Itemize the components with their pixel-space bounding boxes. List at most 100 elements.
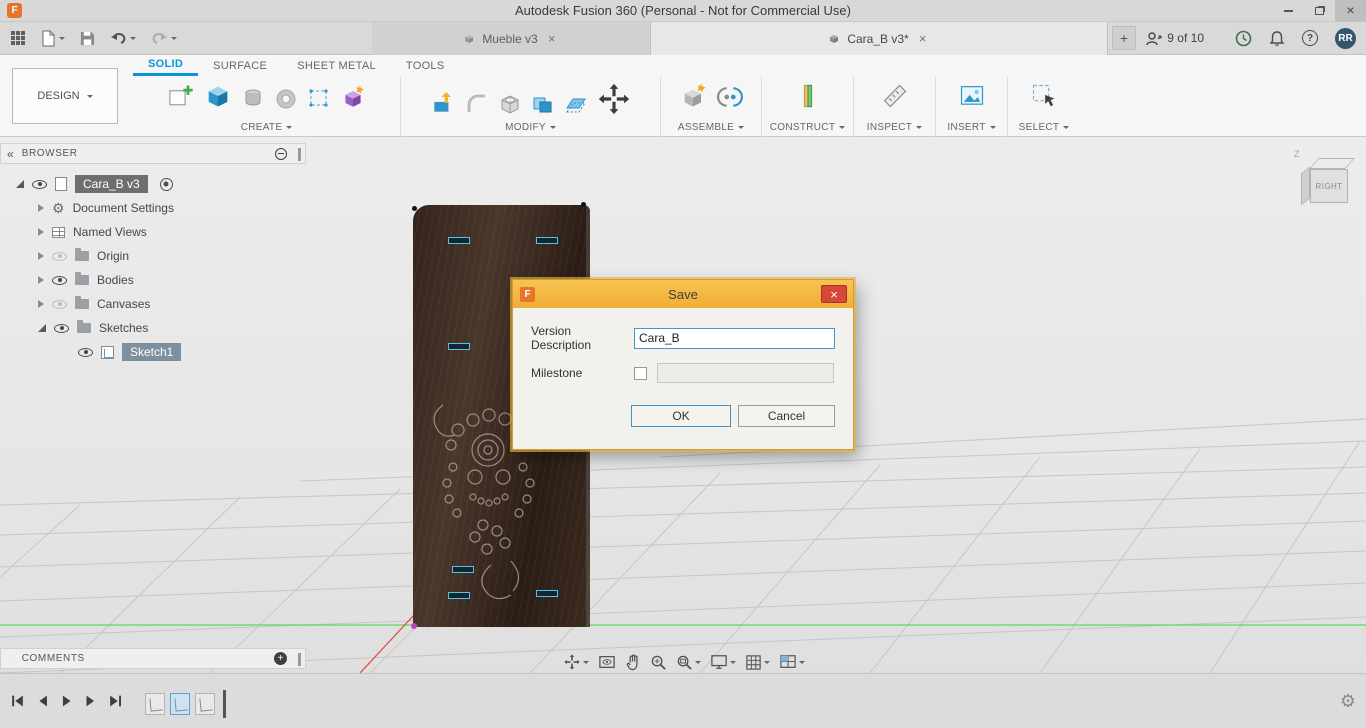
select-button[interactable] bbox=[1030, 82, 1058, 110]
collapse-panel-icon[interactable] bbox=[7, 148, 14, 160]
expanded-triangle-icon[interactable] bbox=[38, 324, 46, 332]
comments-panel[interactable]: COMMENTS bbox=[0, 648, 306, 669]
milestone-checkbox[interactable] bbox=[634, 366, 647, 380]
tree-row-sketch1[interactable]: Sketch1 bbox=[0, 340, 306, 364]
shell-button[interactable] bbox=[498, 92, 522, 116]
collapsed-triangle-icon[interactable] bbox=[38, 276, 44, 284]
new-component-button[interactable] bbox=[680, 82, 708, 110]
tab-sheet-metal[interactable]: SHEET METAL bbox=[282, 55, 391, 76]
comments-scrollbar[interactable] bbox=[298, 653, 301, 666]
tree-row-root[interactable]: Cara_B v3 bbox=[0, 172, 306, 196]
fit-button[interactable] bbox=[676, 654, 701, 671]
expanded-triangle-icon[interactable] bbox=[16, 180, 24, 188]
document-tab-mueble[interactable]: Mueble v3 bbox=[372, 22, 651, 55]
restore-button[interactable] bbox=[1304, 0, 1335, 22]
visibility-eye-icon[interactable] bbox=[78, 347, 93, 357]
user-avatar[interactable]: RR bbox=[1335, 27, 1356, 49]
ok-button[interactable]: OK bbox=[631, 405, 731, 427]
joint-button[interactable] bbox=[716, 84, 743, 110]
save-button[interactable] bbox=[80, 31, 95, 46]
cancel-button[interactable]: Cancel bbox=[738, 405, 835, 427]
new-tab-button[interactable] bbox=[1112, 26, 1136, 50]
view-cube-left-face[interactable] bbox=[1301, 166, 1310, 206]
dialog-close-button[interactable] bbox=[821, 285, 847, 303]
collapsed-triangle-icon[interactable] bbox=[38, 228, 44, 236]
view-cube-top-face[interactable] bbox=[1309, 158, 1355, 169]
history-button[interactable] bbox=[1235, 30, 1252, 47]
timeline-position-marker[interactable] bbox=[223, 690, 226, 718]
tree-row-origin[interactable]: Origin bbox=[0, 244, 306, 268]
job-status-button[interactable]: 9 of 10 bbox=[1146, 31, 1204, 46]
go-to-start-button[interactable] bbox=[10, 693, 25, 709]
timeline-sketch-feature[interactable] bbox=[145, 693, 165, 715]
group-label-construct[interactable]: CONSTRUCT bbox=[770, 122, 846, 133]
play-button[interactable] bbox=[60, 693, 73, 709]
press-pull-button[interactable] bbox=[430, 90, 456, 116]
vertex-point[interactable] bbox=[581, 202, 586, 207]
viewports-button[interactable] bbox=[779, 654, 805, 670]
visibility-eye-icon[interactable] bbox=[54, 323, 69, 333]
tab-surface[interactable]: SURFACE bbox=[198, 55, 282, 76]
visibility-eye-off-icon[interactable] bbox=[52, 251, 67, 261]
pan-button[interactable] bbox=[625, 654, 641, 671]
group-label-inspect[interactable]: INSPECT bbox=[867, 122, 923, 133]
zoom-button[interactable] bbox=[650, 654, 667, 671]
orbit-button[interactable] bbox=[563, 653, 589, 671]
collapsed-triangle-icon[interactable] bbox=[38, 252, 44, 260]
add-comment-icon[interactable] bbox=[274, 652, 287, 665]
browser-header[interactable]: BROWSER bbox=[0, 143, 306, 164]
version-description-input[interactable] bbox=[634, 327, 835, 349]
tree-item-label[interactable]: Named Views bbox=[73, 225, 147, 239]
group-label-assemble[interactable]: ASSEMBLE bbox=[678, 122, 745, 133]
tree-item-label[interactable]: Sketches bbox=[99, 321, 148, 335]
undo-button[interactable] bbox=[110, 31, 136, 45]
collapse-all-icon[interactable] bbox=[275, 147, 287, 160]
view-cube[interactable]: Z RIGHT bbox=[1288, 149, 1362, 221]
look-at-button[interactable] bbox=[598, 654, 616, 670]
panel-slot[interactable] bbox=[448, 592, 470, 599]
insert-canvas-button[interactable] bbox=[958, 82, 986, 110]
visibility-eye-off-icon[interactable] bbox=[52, 299, 67, 309]
tree-item-label[interactable]: Bodies bbox=[97, 273, 134, 287]
view-cube-front-face[interactable]: RIGHT bbox=[1310, 169, 1348, 203]
group-label-modify[interactable]: MODIFY bbox=[505, 122, 556, 133]
notifications-button[interactable] bbox=[1269, 30, 1285, 47]
fillet-button[interactable] bbox=[465, 92, 489, 116]
browser-scrollbar[interactable] bbox=[298, 148, 301, 161]
panel-slot[interactable] bbox=[452, 566, 474, 573]
document-tab-cara-b[interactable]: Cara_B v3* bbox=[651, 22, 1108, 55]
timeline-sketch-feature-selected[interactable] bbox=[170, 693, 190, 715]
panel-slot[interactable] bbox=[536, 237, 558, 244]
close-button[interactable] bbox=[1335, 0, 1366, 22]
step-forward-button[interactable] bbox=[84, 693, 97, 709]
tree-row-document-settings[interactable]: Document Settings bbox=[0, 196, 306, 220]
torus-button[interactable] bbox=[274, 86, 298, 110]
timeline-settings-gear-icon[interactable] bbox=[1340, 692, 1356, 712]
tree-item-label[interactable]: Document Settings bbox=[73, 201, 174, 215]
redo-button[interactable] bbox=[151, 31, 177, 45]
pattern-button[interactable] bbox=[307, 86, 331, 110]
timeline-sketch-feature[interactable] bbox=[195, 693, 215, 715]
tab-close-icon[interactable] bbox=[545, 32, 559, 46]
cylinder-button[interactable] bbox=[241, 86, 265, 110]
move-copy-button[interactable] bbox=[597, 82, 631, 116]
tree-row-sketches[interactable]: Sketches bbox=[0, 316, 306, 340]
derive-button[interactable] bbox=[340, 84, 366, 110]
collapsed-triangle-icon[interactable] bbox=[38, 204, 44, 212]
save-dialog-titlebar[interactable]: F Save bbox=[513, 280, 853, 308]
create-sketch-button[interactable] bbox=[167, 82, 195, 110]
panel-slot[interactable] bbox=[536, 590, 558, 597]
workspace-selector[interactable]: DESIGN bbox=[12, 68, 118, 124]
tree-row-bodies[interactable]: Bodies bbox=[0, 268, 306, 292]
app-grid-button[interactable] bbox=[10, 30, 26, 46]
step-back-button[interactable] bbox=[36, 693, 49, 709]
collapsed-triangle-icon[interactable] bbox=[38, 300, 44, 308]
help-button[interactable] bbox=[1302, 30, 1318, 46]
origin-point[interactable] bbox=[411, 623, 417, 629]
vertex-point[interactable] bbox=[412, 206, 417, 211]
tree-row-canvases[interactable]: Canvases bbox=[0, 292, 306, 316]
group-label-select[interactable]: SELECT bbox=[1019, 122, 1070, 133]
root-component-label[interactable]: Cara_B v3 bbox=[75, 175, 148, 193]
group-label-insert[interactable]: INSERT bbox=[947, 122, 996, 133]
visibility-eye-icon[interactable] bbox=[52, 275, 67, 285]
